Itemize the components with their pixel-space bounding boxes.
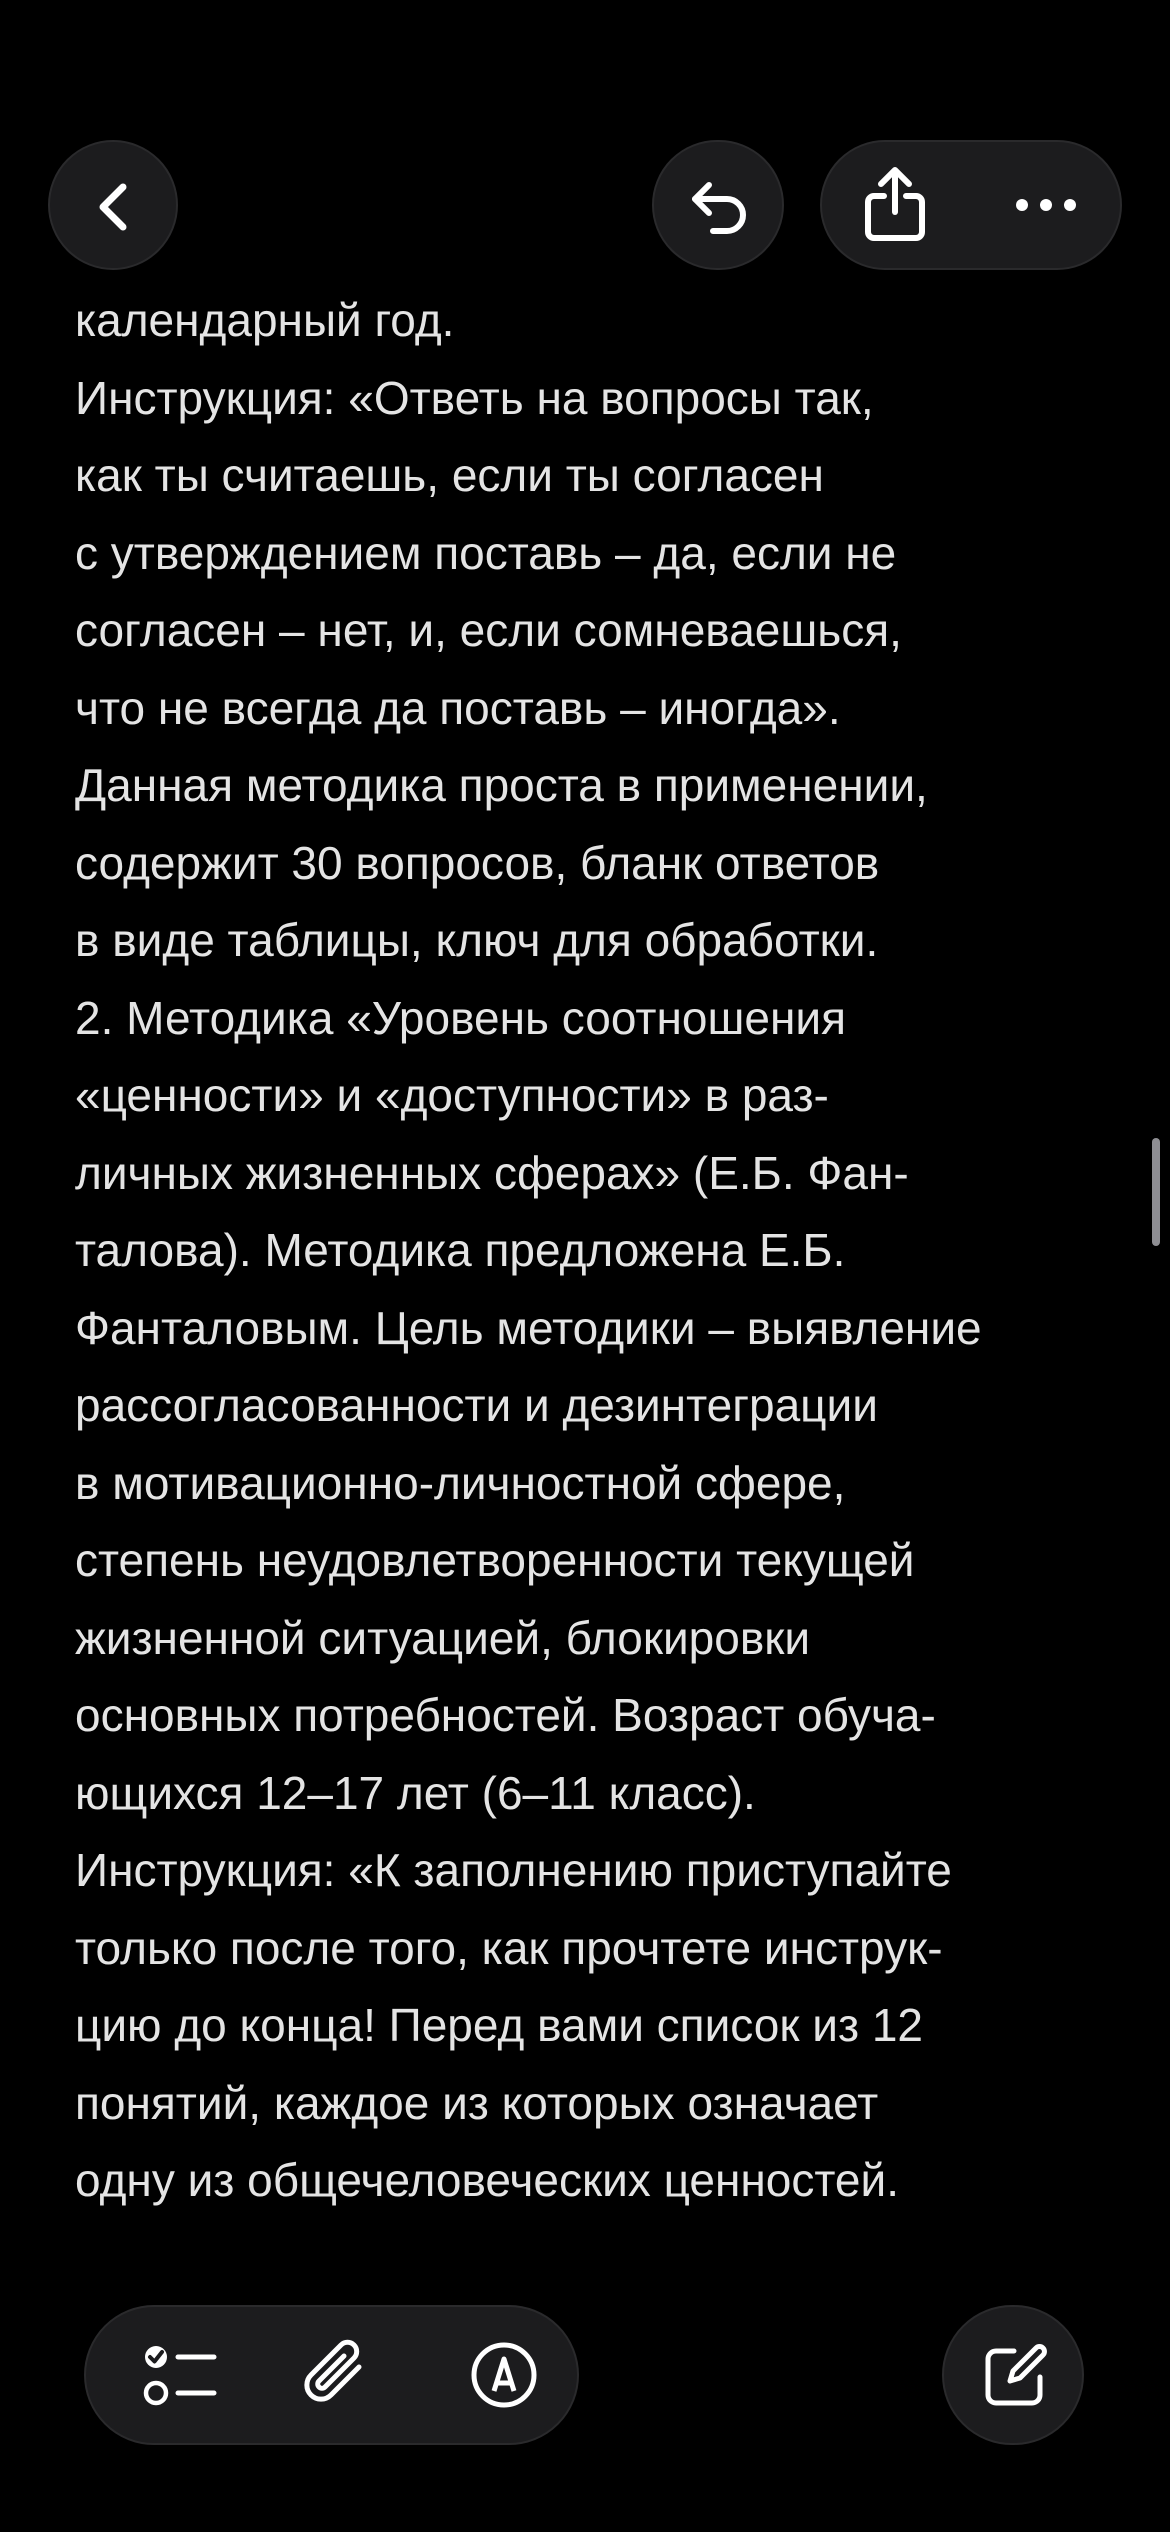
battery-icon: 4	[1005, 56, 1087, 96]
note-line: рассогласованности и дезинтеграции	[75, 1379, 878, 1431]
attachment-button[interactable]	[271, 2307, 401, 2443]
note-line: в виде таблицы, ключ для обработки.	[75, 914, 879, 966]
back-icon	[99, 183, 127, 231]
note-line: как ты считаешь, если ты согласен	[75, 449, 824, 501]
note-line: личных жизненных сферах» (Е.Б. Фан-	[75, 1146, 909, 1199]
note-line: в мотивационно-личностной сфере,	[75, 1456, 846, 1509]
note-line: 2. Методика «Уровень соотношения	[75, 991, 846, 1044]
note-line: Данная методика проста в применении,	[75, 759, 928, 811]
share-button[interactable]	[822, 142, 967, 268]
note-line: Инструкция: «Ответь на вопросы так,	[75, 371, 874, 424]
note-line: жизненной ситуацией, блокировки	[75, 1611, 811, 1664]
signal-icon	[853, 57, 911, 97]
status-time: 17:00	[125, 45, 253, 98]
more-button[interactable]	[972, 142, 1120, 268]
note-line: одну из общечеловеческих ценностей.	[75, 2154, 899, 2206]
note-line: степень неудовлетворенности текущей	[75, 1534, 915, 1586]
note-line: с утверждением поставь – да, если не	[75, 526, 897, 579]
note-body[interactable]: календарный год. Инструкция: «Ответь на …	[75, 252, 1115, 2282]
bottom-toolbar	[84, 2305, 579, 2445]
note-line: талова). Методика предложена Е.Б.	[75, 1224, 846, 1276]
attachment-icon	[304, 2339, 362, 2402]
action-group	[820, 140, 1122, 270]
note-line: согласен – нет, и, если сомневаешься,	[75, 604, 902, 656]
note-line: основных потребностей. Возраст обуча-	[75, 1689, 936, 1741]
undo-button[interactable]	[652, 140, 784, 270]
undo-icon	[692, 182, 746, 234]
share-icon	[865, 167, 925, 241]
compose-icon	[985, 2344, 1047, 2406]
markup-button[interactable]	[436, 2307, 566, 2443]
more-icon	[1016, 199, 1076, 211]
back-button[interactable]	[48, 140, 178, 270]
scroll-indicator[interactable]	[1152, 1138, 1160, 1246]
checklist-button[interactable]	[106, 2307, 236, 2443]
note-line: цию до конца! Перед вами список из 12	[75, 1999, 924, 2051]
note-line: содержит 30 вопросов, бланк ответов	[75, 836, 880, 889]
checklist-icon	[143, 2346, 217, 2406]
markup-icon	[471, 2342, 537, 2408]
note-line: ющихся 12–17 лет (6–11 класс).	[75, 1766, 756, 1819]
note-line: Инструкция: «К заполнению приступайте	[75, 1844, 952, 1896]
note-line: понятий, каждое из которых означает	[75, 2076, 879, 2129]
note-line: Фанталовым. Цель методики – выявление	[75, 1301, 982, 1354]
note-line: что не всегда да поставь – иногда».	[75, 681, 841, 734]
battery-percent: 4	[1033, 59, 1051, 92]
note-line: календарный год.	[75, 294, 455, 346]
note-line: «ценности» и «доступности» в раз-	[75, 1069, 829, 1121]
status-bar: 17:00 4	[0, 0, 1170, 140]
compose-button[interactable]	[942, 2305, 1084, 2445]
note-line: только после того, как прочтете инструк-	[75, 1921, 943, 1974]
wifi-icon	[937, 57, 989, 96]
